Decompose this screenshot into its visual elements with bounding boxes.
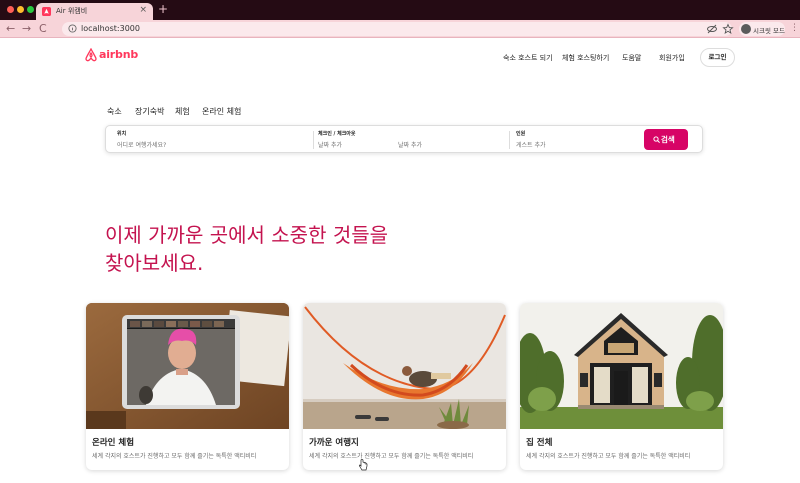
checkout-input[interactable]: 날짜 추가 [398,140,422,149]
logo-text: airbnb [99,48,138,61]
incognito-profile-button[interactable]: 시크릿 모드 [739,22,785,36]
nav-host-experience[interactable]: 체험 호스팅하기 [562,53,609,63]
browser-tab[interactable]: Air 위캠비 × [36,3,153,20]
bookmark-star-icon[interactable] [722,23,734,35]
address-bar[interactable]: localhost:3000 [62,22,732,36]
search-bar: 위치 어디로 여행가세요? 체크인 / 체크아웃 날짜 추가 날짜 추가 인원 … [105,125,703,153]
location-label: 위치 [117,131,127,137]
card-description: 세계 각지의 호스트가 진행하고 모두 함께 즐기는 독특한 액티비티 [309,453,474,460]
search-button[interactable]: 검색 [644,129,688,150]
card-description: 세계 각지의 호스트가 진행하고 모두 함께 즐기는 독특한 액티비티 [92,453,257,460]
card-title: 가까운 여행지 [309,438,359,448]
card-online-experience[interactable]: 온라인 체험 세계 각지의 호스트가 진행하고 모두 함께 즐기는 독특한 액티… [86,303,289,470]
tab-stays[interactable]: 숙소 [107,106,122,117]
reload-button[interactable]: C [39,22,47,35]
login-button[interactable]: 로그인 [700,48,735,67]
card-nearby-trips[interactable]: 가까운 여행지 세계 각지의 호스트가 진행하고 모두 함께 즐기는 독특한 액… [303,303,506,470]
search-icon [653,136,660,143]
nearby-trips-image [303,303,506,429]
nav-signup[interactable]: 회원가입 [659,53,685,63]
card-title: 집 전체 [526,438,553,448]
forward-button[interactable]: → [22,22,31,35]
site-info-icon[interactable] [68,24,77,33]
avatar [741,24,751,34]
tab-online-experiences[interactable]: 온라인 체험 [202,106,241,117]
airbnb-logo-icon [85,48,97,62]
back-button[interactable]: ← [6,22,15,35]
airbnb-favicon-icon [42,7,51,16]
incognito-eye-icon[interactable] [706,23,718,35]
url-text: localhost:3000 [81,24,140,33]
tab-long-stays[interactable]: 장기숙박 [135,106,164,117]
new-tab-button[interactable]: + [158,2,168,16]
profile-label: 시크릿 모드 [753,27,785,35]
divider [509,131,510,149]
dates-label: 체크인 / 체크아웃 [318,131,356,137]
guests-input[interactable]: 게스트 추가 [516,140,546,149]
search-button-label: 검색 [661,135,675,144]
tab-experiences[interactable]: 체험 [175,106,190,117]
divider [313,131,314,149]
card-description: 세계 각지의 호스트가 진행하고 모두 함께 즐기는 독특한 액티비티 [526,453,691,460]
browser-toolbar: ← → C localhost:3000 시크릿 모드 ⋮ [0,20,800,38]
nav-help[interactable]: 도움말 [622,53,641,63]
card-entire-home[interactable]: 집 전체 세계 각지의 호스트가 진행하고 모두 함께 즐기는 독특한 액티비티 [520,303,723,470]
hand-cursor-icon [358,459,368,471]
online-experience-image [86,303,289,429]
window-close-button[interactable] [7,6,14,13]
checkin-input[interactable]: 날짜 추가 [318,140,342,149]
card-title: 온라인 체험 [92,438,135,448]
hero-headline: 이제 가까운 곳에서 소중한 것들을 찾아보세요. [105,221,435,277]
hero-line-1: 이제 가까운 곳에서 소중한 것들을 [105,223,389,247]
browser-tab-bar: Air 위캠비 × + [0,0,800,20]
location-input[interactable]: 어디로 여행가세요? [117,140,166,149]
nav-become-host[interactable]: 숙소 호스트 되기 [503,53,553,63]
tab-close-icon[interactable]: × [139,5,147,15]
hero-line-2: 찾아보세요. [105,251,204,275]
tab-title: Air 위캠비 [56,7,88,15]
browser-menu-icon[interactable]: ⋮ [790,23,799,33]
guests-label: 인원 [516,131,526,137]
window-minimize-button[interactable] [17,6,24,13]
entire-home-image [520,303,723,429]
window-maximize-button[interactable] [27,6,34,13]
